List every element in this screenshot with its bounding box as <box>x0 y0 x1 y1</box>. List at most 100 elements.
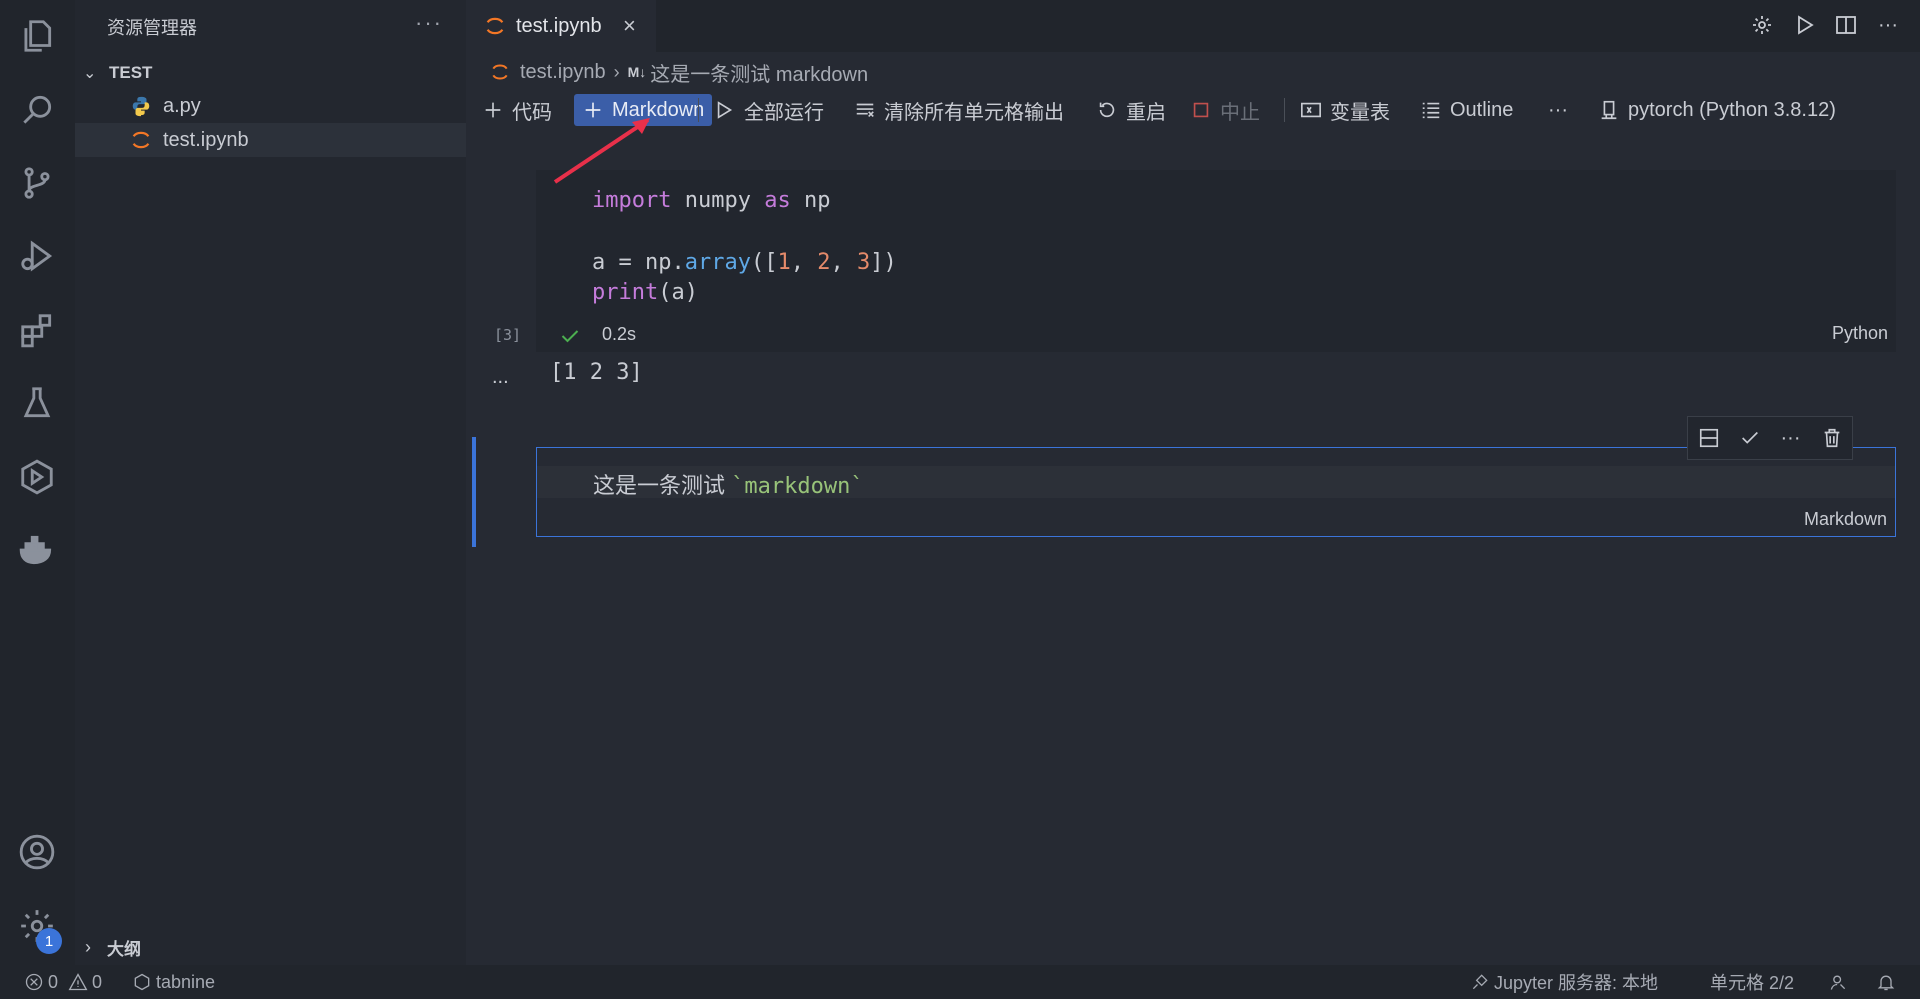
chevron-right-icon: › <box>85 936 91 957</box>
cell-language-markdown[interactable]: Markdown <box>1804 509 1887 530</box>
status-bar: 0 0 tabnine Jupyter 服务器: 本地 单元格 2/2 <box>0 965 1920 999</box>
settings-update-badge: 1 <box>36 928 62 954</box>
warning-icon <box>68 973 88 991</box>
explorer-sidebar: 资源管理器 ··· ⌄ TEST a.py test.ipynb › 大纲 <box>75 0 466 965</box>
restart-icon <box>1099 102 1115 118</box>
clear-outputs-label: 清除所有单元格输出 <box>884 101 1064 124</box>
markdown-cell[interactable]: 这是一条测试 `markdown` Markdown <box>536 447 1896 537</box>
outline-title: 大纲 <box>107 939 141 959</box>
clear-outputs-icon <box>856 103 874 118</box>
jupyter-file-icon <box>486 17 504 35</box>
interrupt-kernel-button[interactable]: 中止 <box>1190 94 1260 126</box>
folder-name: TEST <box>109 63 153 82</box>
restart-kernel-button[interactable]: 重启 <box>1096 94 1166 126</box>
check-icon[interactable] <box>1735 423 1765 453</box>
jupyter-file-icon <box>132 131 150 149</box>
chevron-right-icon: › <box>613 61 620 82</box>
notebook-toolbar: 代码 Markdown 全部运行 清除所有单元格输出 重启 中止 变量表 Out… <box>482 94 1912 126</box>
annotation-arrow <box>553 118 650 184</box>
cell-more-icon[interactable]: ··· <box>1776 423 1806 453</box>
variables-label: 变量表 <box>1330 101 1390 124</box>
source-control-icon[interactable] <box>17 163 57 203</box>
tabnine-icon <box>134 973 150 991</box>
toolbar-divider <box>1284 98 1285 122</box>
run-icon[interactable] <box>1792 13 1816 37</box>
notebook-editor: test.ipynb × ··· test.ipynb › M↓ 这是一条测试 … <box>466 0 1920 965</box>
explorer-more-button[interactable]: ··· <box>415 10 443 36</box>
markdown-inline-code: `markdown` <box>731 474 864 499</box>
variables-button[interactable]: 变量表 <box>1300 94 1390 126</box>
success-check-icon <box>561 330 579 343</box>
extensions-icon[interactable] <box>17 310 57 350</box>
clear-all-outputs-button[interactable]: 清除所有单元格输出 <box>854 94 1064 126</box>
editor-actions: ··· <box>1750 13 1900 37</box>
plug-icon <box>1472 974 1488 990</box>
code-line: a = np.array([1, 2, 3]) <box>592 250 897 275</box>
account-icon[interactable] <box>17 832 57 872</box>
markdown-text: 这是一条测试 <box>593 473 732 498</box>
split-editor-icon[interactable] <box>1834 13 1858 37</box>
warning-count: 0 <box>92 971 103 992</box>
vscode-window: 1 资源管理器 ··· ⌄ TEST a.py test.ipynb › 大纲 <box>0 0 1920 999</box>
outline-section[interactable]: › 大纲 <box>75 930 466 964</box>
problems-indicator[interactable]: 0 0 <box>24 965 102 999</box>
tabnine-label: tabnine <box>156 971 216 992</box>
output-more-button[interactable]: ... <box>492 366 509 389</box>
kernel-icon <box>1601 100 1617 120</box>
add-code-cell-button[interactable]: 代码 <box>482 94 552 126</box>
breadcrumb-file[interactable]: test.ipynb <box>520 61 606 84</box>
close-icon[interactable]: × <box>623 13 636 39</box>
feedback-icon[interactable] <box>1828 965 1852 999</box>
search-icon[interactable] <box>17 90 57 130</box>
cell-output: [1 2 3] <box>550 360 643 385</box>
file-item-a-py[interactable]: a.py <box>75 89 466 123</box>
folder-test[interactable]: ⌄ TEST <box>75 58 466 88</box>
focus-indicator <box>472 437 476 547</box>
error-count: 0 <box>48 971 59 992</box>
explorer-icon[interactable] <box>17 16 57 56</box>
docker-icon[interactable] <box>17 530 57 570</box>
explorer-title: 资源管理器 <box>107 18 197 38</box>
plus-icon <box>485 102 501 118</box>
split-cell-icon[interactable] <box>1694 423 1724 453</box>
tabnine-status[interactable]: tabnine <box>132 965 215 999</box>
chevron-down-icon: ⌄ <box>83 65 97 82</box>
run-all-button[interactable]: 全部运行 <box>714 94 824 126</box>
kernel-picker-button[interactable]: pytorch (Python 3.8.12) <box>1598 94 1836 126</box>
cell-toolbar: ··· <box>1687 416 1853 460</box>
code-cell[interactable]: import numpy as np a = np.array([1, 2, 3… <box>536 170 1896 352</box>
toolbar-more-button[interactable]: ··· <box>1548 94 1568 126</box>
remote-explorer-icon[interactable] <box>17 457 57 497</box>
run-all-label: 全部运行 <box>744 101 824 124</box>
markdown-source[interactable]: 这是一条测试 `markdown` <box>593 468 864 500</box>
breadcrumb-section[interactable]: 这是一条测试 markdown <box>650 58 868 87</box>
tab-label: test.ipynb <box>516 14 602 37</box>
code-line: print(a) <box>592 280 698 305</box>
add-code-label: 代码 <box>512 101 552 124</box>
restart-label: 重启 <box>1126 101 1166 124</box>
cell-position[interactable]: 单元格 2/2 <box>1710 965 1794 999</box>
file-item-test-ipynb[interactable]: test.ipynb <box>75 123 466 157</box>
tab-test-ipynb[interactable]: test.ipynb × <box>466 0 656 52</box>
notifications-bell-icon[interactable] <box>1876 965 1900 999</box>
interrupt-label: 中止 <box>1220 101 1260 124</box>
testing-flask-icon[interactable] <box>17 383 57 423</box>
jupyter-server-label: Jupyter 服务器: 本地 <box>1494 973 1659 993</box>
toolbar-divider <box>698 98 699 122</box>
tab-bar: test.ipynb × ··· <box>466 0 1920 52</box>
more-actions-icon[interactable]: ··· <box>1876 13 1900 37</box>
kernel-label: pytorch (Python 3.8.12) <box>1628 98 1836 121</box>
list-icon <box>1422 102 1440 119</box>
jupyter-server-status[interactable]: Jupyter 服务器: 本地 <box>1470 965 1658 999</box>
cell-language-python[interactable]: Python <box>1832 323 1888 344</box>
code-line: import numpy as np <box>592 188 831 213</box>
run-all-icon <box>717 101 733 119</box>
execution-time: 0.2s <box>602 324 637 344</box>
gear-icon[interactable] <box>1750 13 1774 37</box>
file-name: a.py <box>163 94 201 117</box>
trash-icon[interactable] <box>1817 423 1847 453</box>
outline-label: Outline <box>1450 98 1514 121</box>
run-debug-icon[interactable] <box>17 236 57 276</box>
outline-button[interactable]: Outline <box>1420 94 1513 126</box>
stop-icon <box>1193 102 1209 118</box>
